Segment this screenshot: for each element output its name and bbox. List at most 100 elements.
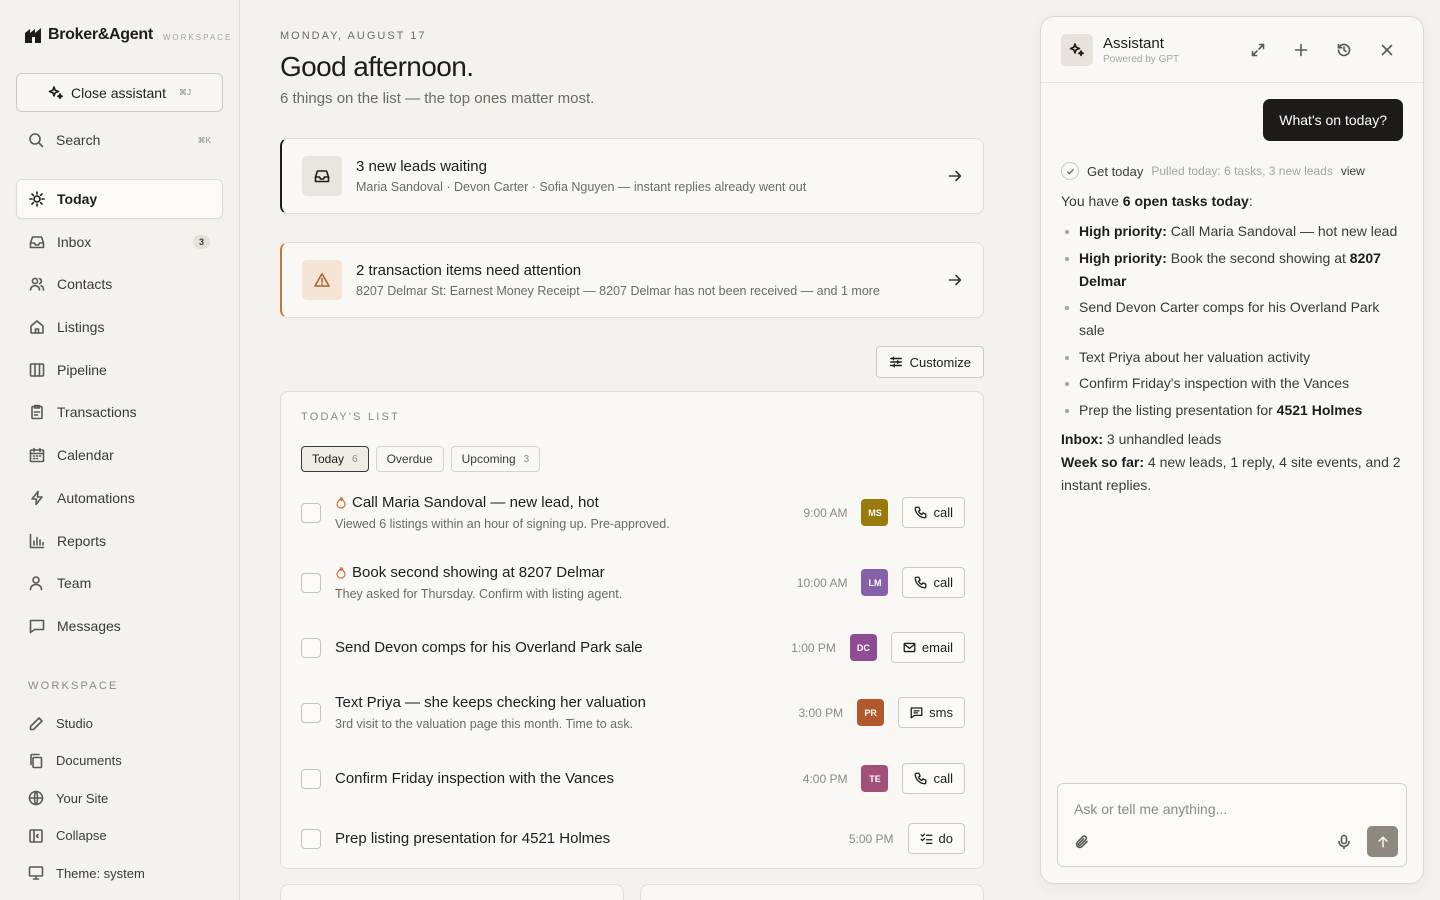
action-label: call [933,505,953,520]
close-icon[interactable] [1379,42,1395,58]
task-checkbox[interactable] [301,502,321,523]
avatar[interactable]: PR [857,699,885,726]
sidebar-item-reports[interactable]: Reports [16,521,223,561]
search-label: Search [56,132,101,148]
task-checkbox[interactable] [301,828,321,849]
sidebar-item-label: Theme: system [56,865,145,881]
sidebar-item-your-site[interactable]: Your Site [16,781,223,816]
message-icon [910,707,923,719]
avatar[interactable]: MS [861,499,889,526]
task-row: Call Maria Sandoval — new lead, hot View… [301,494,965,531]
close-assistant-shortcut: ⌘J [178,88,191,97]
close-assistant-button[interactable]: Close assistant ⌘J [16,73,223,112]
close-assistant-label: Close assistant [71,84,166,101]
sun-icon [29,191,45,207]
sms-button[interactable]: sms [898,697,965,728]
task-title[interactable]: Prep listing presentation for 4521 Holme… [335,830,610,847]
plus-icon[interactable] [1293,42,1309,58]
task-checkbox[interactable] [301,572,321,593]
avatar[interactable]: TE [861,765,889,792]
tab-overdue[interactable]: Overdue [375,446,444,472]
search-icon [29,133,44,148]
brand[interactable]: Broker&Agent WORKSPACE [24,26,232,44]
avatar[interactable]: DC [849,634,877,661]
task-title[interactable]: Confirm Friday inspection with the Vance… [335,770,614,787]
search-shortcut: ⌘K [197,135,211,145]
bolt-icon [31,490,43,506]
tool-call: Get today Pulled today: 6 tasks, 3 new l… [1061,162,1365,180]
microphone-icon[interactable] [1336,834,1352,850]
sidebar-collapse-icon [29,828,43,843]
sidebar-item-pipeline[interactable]: Pipeline [16,350,223,390]
paperclip-icon[interactable] [1074,834,1090,850]
checklist-icon [920,833,932,845]
tab-today[interactable]: Today 6 [301,446,369,472]
task-title[interactable]: Text Priya — she keeps checking her valu… [335,694,646,711]
sidebar-item-contacts[interactable]: Contacts [16,264,223,304]
check-icon [1061,162,1079,180]
workspace-nav: Studio Documents Your Site Collapse Them… [16,706,223,893]
sidebar-item-automations[interactable]: Automations [16,478,223,518]
list-tabs: Today 6 Overdue Upcoming 3 [301,446,541,472]
send-button[interactable] [1367,826,1398,857]
clipboard-icon [31,405,43,420]
action-label: call [933,771,953,786]
sidebar-item-team[interactable]: Team [16,563,223,603]
new-leads-card[interactable]: 3 new leads waiting Maria Sandoval · Dev… [280,138,984,214]
task-description: They asked for Thursday. Confirm with li… [335,587,623,601]
sidebar-item-label: Reports [57,532,107,549]
warning-icon-tile [302,260,342,300]
pen-icon [29,716,43,730]
call-button[interactable]: call [902,497,965,528]
sidebar-item-calendar[interactable]: Calendar [16,435,223,475]
list-item: High priority: Call Maria Sandoval — hot… [1061,220,1401,243]
tool-label: Get today [1087,163,1144,179]
sidebar-item-inbox[interactable]: Inbox 3 [16,222,223,262]
assistant-answer: You have 6 open tasks today: High priori… [1061,190,1401,497]
sidebar-item-documents[interactable]: Documents [16,743,223,778]
assistant-composer[interactable]: Ask or tell me anything... [1057,783,1407,867]
call-button[interactable]: call [902,567,965,598]
do-button[interactable]: do [907,823,965,854]
task-row: Send Devon comps for his Overland Park s… [301,632,965,663]
customize-button[interactable]: Customize [875,346,984,378]
secondary-card [640,884,984,900]
task-checkbox[interactable] [301,637,321,658]
sidebar-item-theme[interactable]: Theme: system [16,856,223,891]
inbox-label: Inbox: [1061,430,1103,447]
task-checkbox[interactable] [301,702,321,723]
tab-upcoming[interactable]: Upcoming 3 [450,446,541,472]
task-description: 3rd visit to the valuation page this mon… [335,717,634,731]
sidebar-item-transactions[interactable]: Transactions [16,392,223,432]
transaction-alert-card[interactable]: 2 transaction items need attention 8207 … [280,242,984,318]
sidebar-item-collapse[interactable]: Collapse [16,818,223,853]
secondary-card [280,884,624,900]
avatar[interactable]: LM [861,569,889,596]
task-title[interactable]: Send Devon comps for his Overland Park s… [335,639,643,656]
task-title[interactable]: Call Maria Sandoval — new lead, hot [352,494,599,511]
globe-icon [28,790,44,806]
sliders-icon [889,356,902,368]
arrow-right-icon [948,170,962,182]
task-row: Book second showing at 8207 Delmar They … [301,564,965,601]
sidebar-item-label: Collapse [56,828,107,844]
warning-icon [314,273,330,287]
composer-input[interactable]: Ask or tell me anything... [1074,801,1227,817]
sidebar-item-studio[interactable]: Studio [16,706,223,741]
inbox-icon [29,235,45,248]
answer-intro-bold: 6 open tasks today [1122,193,1249,209]
email-button[interactable]: email [890,632,965,663]
sidebar-item-listings[interactable]: Listings [16,307,223,347]
call-button[interactable]: call [902,763,965,794]
expand-icon[interactable] [1250,42,1266,58]
sidebar-item-messages[interactable]: Messages [16,606,223,646]
calendar-icon [29,447,45,463]
task-checkbox[interactable] [301,768,321,789]
task-title[interactable]: Book second showing at 8207 Delmar [352,564,605,581]
history-icon[interactable] [1336,42,1352,58]
sidebar-item-today[interactable]: Today [16,179,223,219]
tool-view-link[interactable]: view [1341,164,1365,178]
search-button[interactable]: Search ⌘K [16,124,223,156]
brand-tag: WORKSPACE [162,32,233,42]
sidebar-nav: Today Inbox 3 Contacts Listings Pipeline… [16,179,223,649]
